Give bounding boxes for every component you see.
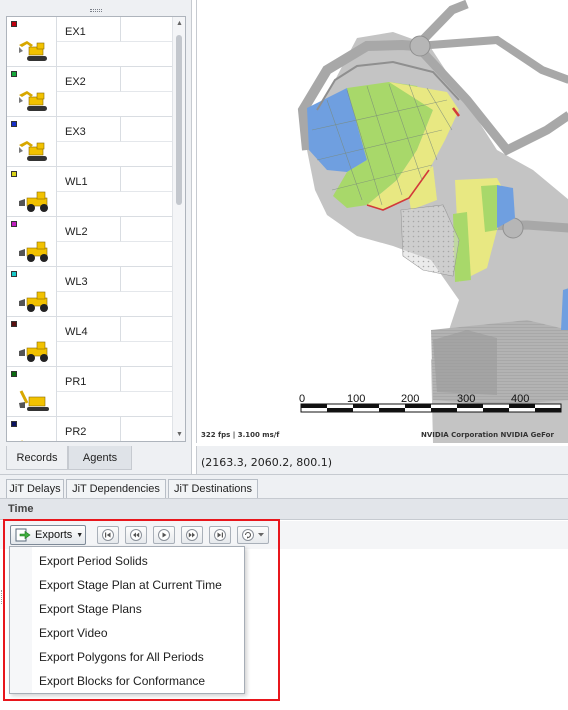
agent-color-swatch: [11, 171, 17, 177]
time-panel-title: Time: [8, 503, 34, 515]
agent-color-swatch: [11, 71, 17, 77]
agent-name: WL3: [65, 276, 88, 288]
bottom-tabs: JiT Delays JiT Dependencies JiT Destinat…: [0, 474, 568, 499]
agent-row-pr2[interactable]: PR2: [7, 417, 173, 441]
agent-cell[interactable]: [121, 117, 173, 142]
3d-viewport[interactable]: 0 100 200 300 400 322 fps | 3.100 ms/f N…: [196, 0, 568, 443]
agents-panel: EX1 EX2 EX3 WL1 WL2 WL3 WL4 PR1 PR2 ▲ ▼ Records …: [0, 0, 192, 474]
panel-grip[interactable]: [6, 6, 186, 14]
highlight-box: [3, 519, 280, 701]
agent-name: PR2: [65, 426, 87, 438]
agent-icon-cell: [7, 17, 57, 67]
agent-icon-cell: [7, 117, 57, 167]
agent-color-swatch: [11, 221, 17, 227]
agent-row-wl4[interactable]: WL4: [7, 317, 173, 367]
agent-icon-cell: [7, 217, 57, 267]
agent-icon-cell: [7, 417, 57, 441]
tab-jit-delays[interactable]: JiT Delays: [6, 479, 64, 499]
agent-row-ex2[interactable]: EX2: [7, 67, 173, 117]
tab-agents[interactable]: Agents: [68, 446, 132, 470]
agent-name: WL4: [65, 326, 88, 338]
scrollbar-thumb[interactable]: [176, 35, 182, 205]
agent-cell[interactable]: [121, 317, 173, 342]
perf-readout: 322 fps | 3.100 ms/f: [201, 431, 280, 439]
agent-row-wl3[interactable]: WL3: [7, 267, 173, 317]
agent-color-swatch: [11, 371, 17, 377]
scale-label: 100: [347, 393, 366, 405]
agent-cell[interactable]: [121, 67, 173, 92]
scale-bar: [300, 403, 562, 413]
agent-cell[interactable]: [121, 167, 173, 192]
agent-color-swatch: [11, 21, 17, 27]
agent-list-scrollbar[interactable]: ▲ ▼: [172, 17, 185, 441]
agent-color-swatch: [11, 321, 17, 327]
agent-cell[interactable]: [121, 367, 173, 392]
agent-color-swatch: [11, 271, 17, 277]
agent-row-ex1[interactable]: EX1: [7, 17, 173, 67]
agent-name: PR1: [65, 376, 87, 388]
agent-name: EX3: [65, 126, 86, 138]
agent-icon-cell: [7, 367, 57, 417]
gpu-readout: NVIDIA Corporation NVIDIA GeFor: [421, 431, 554, 439]
agent-icon-cell: [7, 167, 57, 217]
agent-icon-cell: [7, 317, 57, 367]
agent-cell[interactable]: [121, 267, 173, 292]
scale-label: 400: [511, 393, 530, 405]
cursor-coordinates: (2163.3, 2060.2, 800.1): [201, 456, 333, 469]
scroll-up-icon[interactable]: ▲: [173, 17, 185, 30]
agent-cell[interactable]: [121, 417, 173, 441]
tab-jit-destinations[interactable]: JiT Destinations: [168, 479, 258, 499]
pit-model: [297, 0, 568, 443]
agent-icon-cell: [7, 267, 57, 317]
tab-jit-dependencies[interactable]: JiT Dependencies: [66, 479, 166, 499]
agent-color-swatch: [11, 121, 17, 127]
coordinate-bar: (2163.3, 2060.2, 800.1): [196, 446, 568, 476]
agent-row-pr1[interactable]: PR1: [7, 367, 173, 417]
agent-name: EX1: [65, 26, 86, 38]
scale-label: 200: [401, 393, 420, 405]
time-panel-header: Time: [0, 498, 568, 520]
agent-cell[interactable]: [121, 217, 173, 242]
scale-label: 0: [299, 393, 306, 405]
agent-row-wl1[interactable]: WL1: [7, 167, 173, 217]
scroll-down-icon[interactable]: ▼: [173, 428, 185, 441]
scale-label: 300: [457, 393, 476, 405]
agent-row-ex3[interactable]: EX3: [7, 117, 173, 167]
agent-row-wl2[interactable]: WL2: [7, 217, 173, 267]
left-panel-tabs: Records Agents: [6, 446, 186, 470]
agent-list[interactable]: EX1 EX2 EX3 WL1 WL2 WL3 WL4 PR1 PR2 ▲ ▼: [6, 16, 186, 442]
agent-name: WL2: [65, 226, 88, 238]
agent-name: WL1: [65, 176, 88, 188]
agent-cell[interactable]: [121, 17, 173, 42]
agent-color-swatch: [11, 421, 17, 427]
tab-records[interactable]: Records: [6, 446, 68, 470]
agent-name: EX2: [65, 76, 86, 88]
agent-icon-cell: [7, 67, 57, 117]
